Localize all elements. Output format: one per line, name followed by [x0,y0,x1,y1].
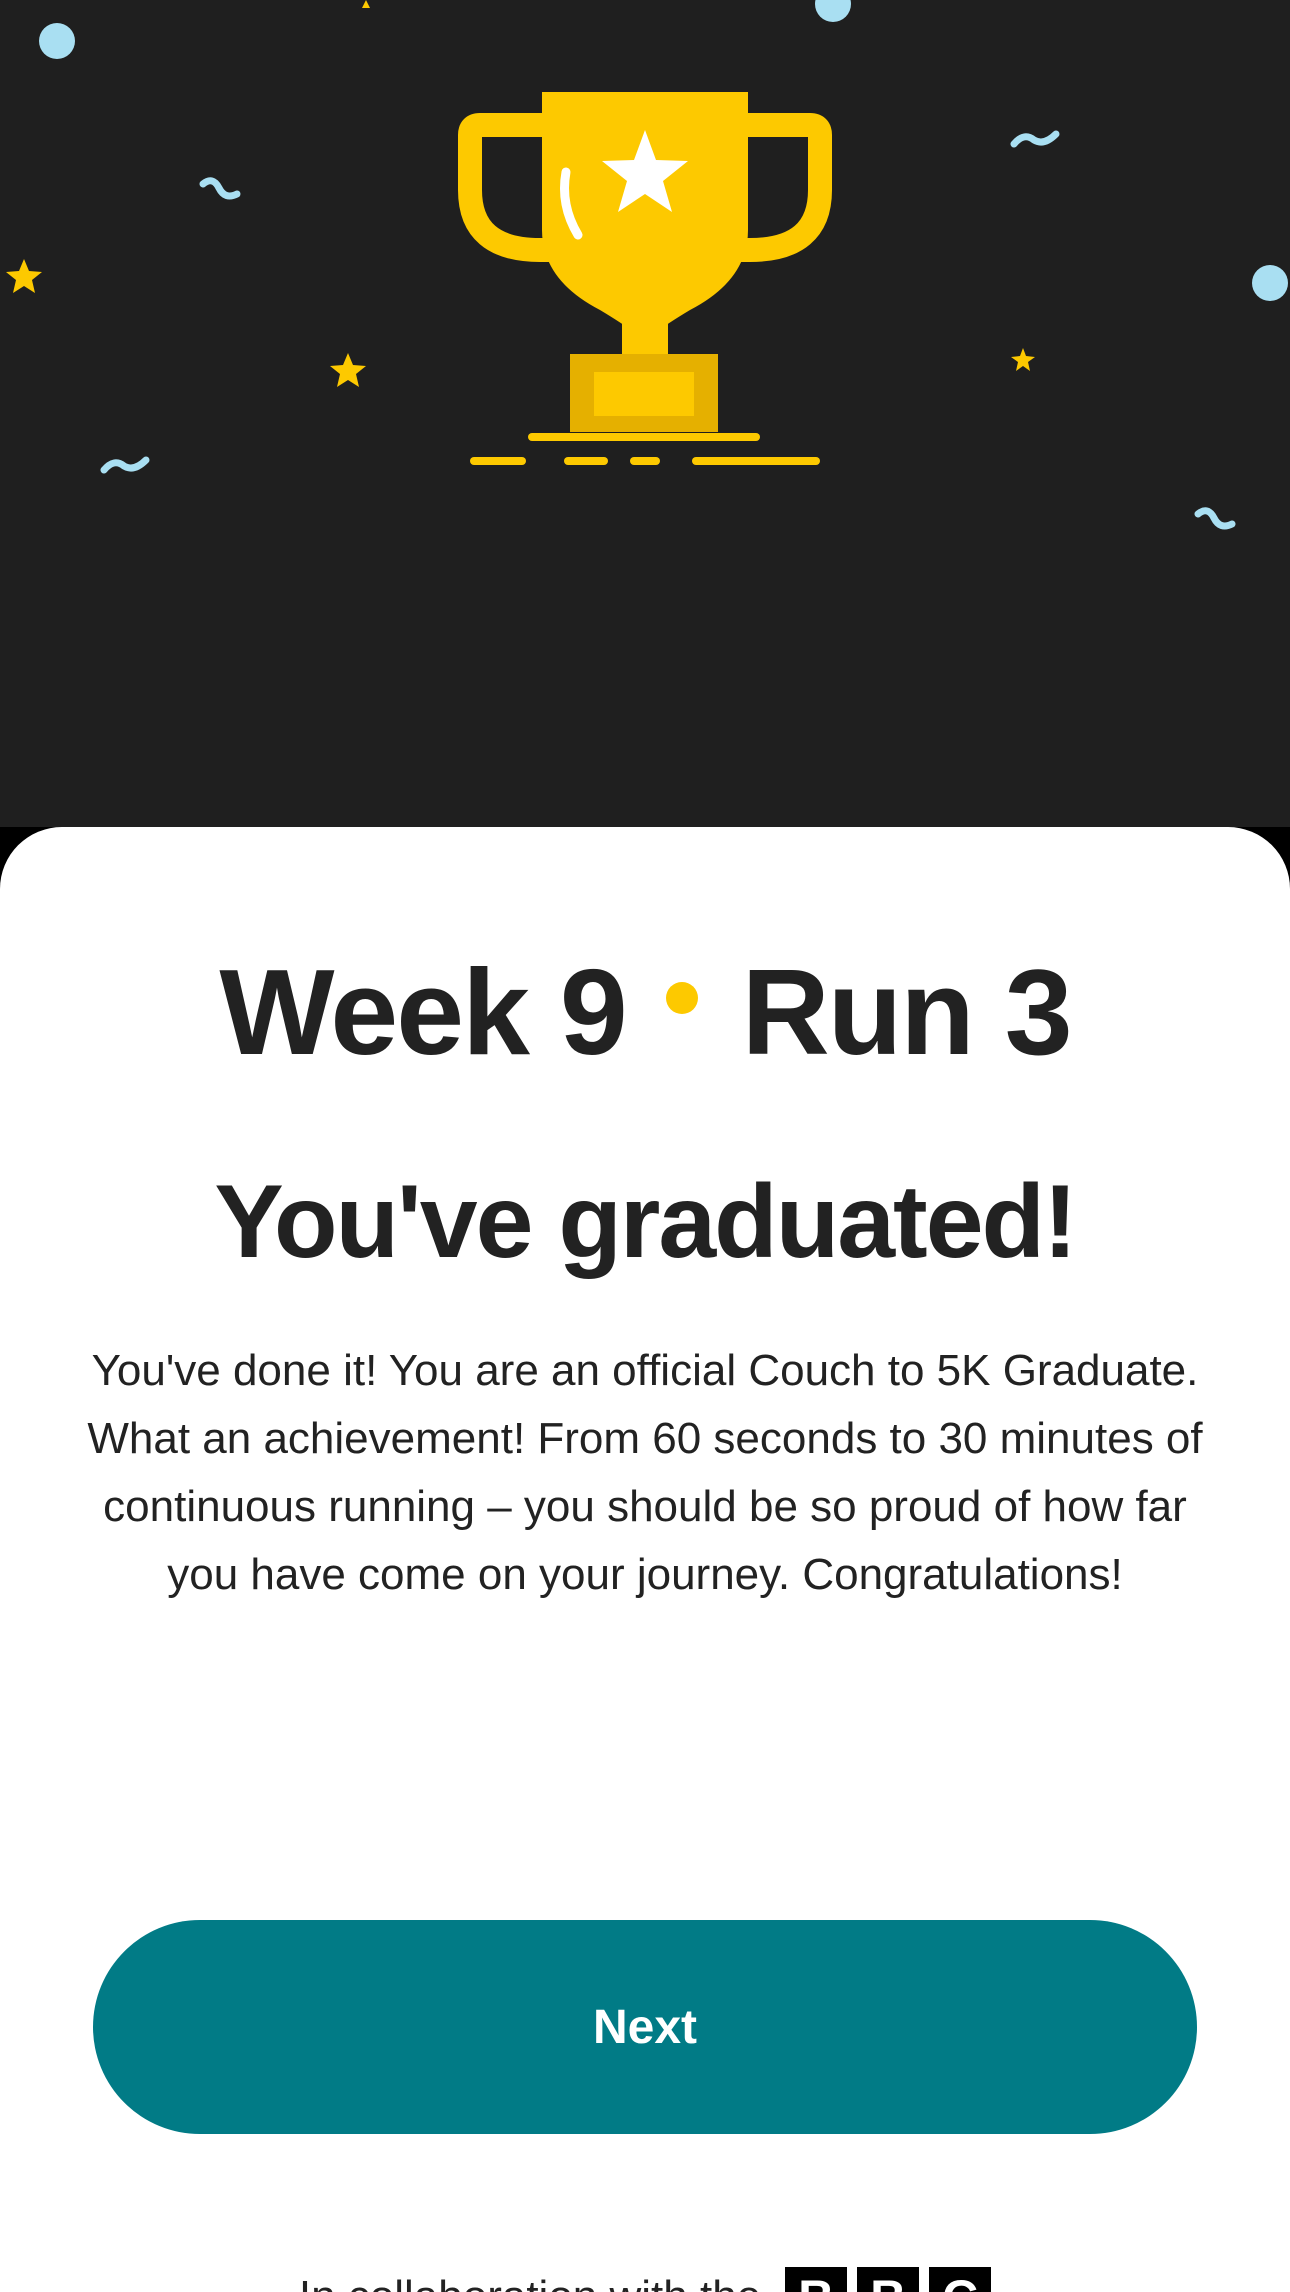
page-title: You've graduated! [214,1164,1077,1280]
confetti-dot [39,23,75,59]
confetti-squiggle [1194,507,1236,530]
bbc-logo: B B C [785,2267,992,2292]
graduation-message: You've done it! You are an official Couc… [87,1346,1203,1599]
confetti-illustration [6,0,1288,530]
celebration-hero [0,0,1290,827]
confetti-squiggle [1010,130,1060,148]
bbc-logo-letter: B [785,2267,848,2292]
confetti-star [1011,348,1035,371]
confetti-dot [815,0,851,22]
confetti-star [330,353,366,387]
run-header: Week 9 Run 3 [0,944,1290,1080]
confetti-squiggle [199,177,241,200]
confetti-star [362,0,370,8]
next-button[interactable]: Next [93,1920,1197,2134]
bbc-logo-letter: C [929,2267,992,2292]
separator-dot [665,982,698,1014]
week-label: Week 9 [219,944,627,1080]
confetti-squiggle [100,456,150,474]
confetti-dot [1252,265,1288,301]
confetti-star [6,259,42,293]
collaboration-text: In collaboration with the [299,2267,761,2292]
run-label: Run 3 [741,944,1073,1080]
bbc-logo-letter: B [857,2267,920,2292]
graduation-sheet: Week 9 Run 3 You've graduated! You've do… [0,827,1290,2292]
bbc-collaboration-footer: In collaboration with the B B C [0,2267,1290,2292]
